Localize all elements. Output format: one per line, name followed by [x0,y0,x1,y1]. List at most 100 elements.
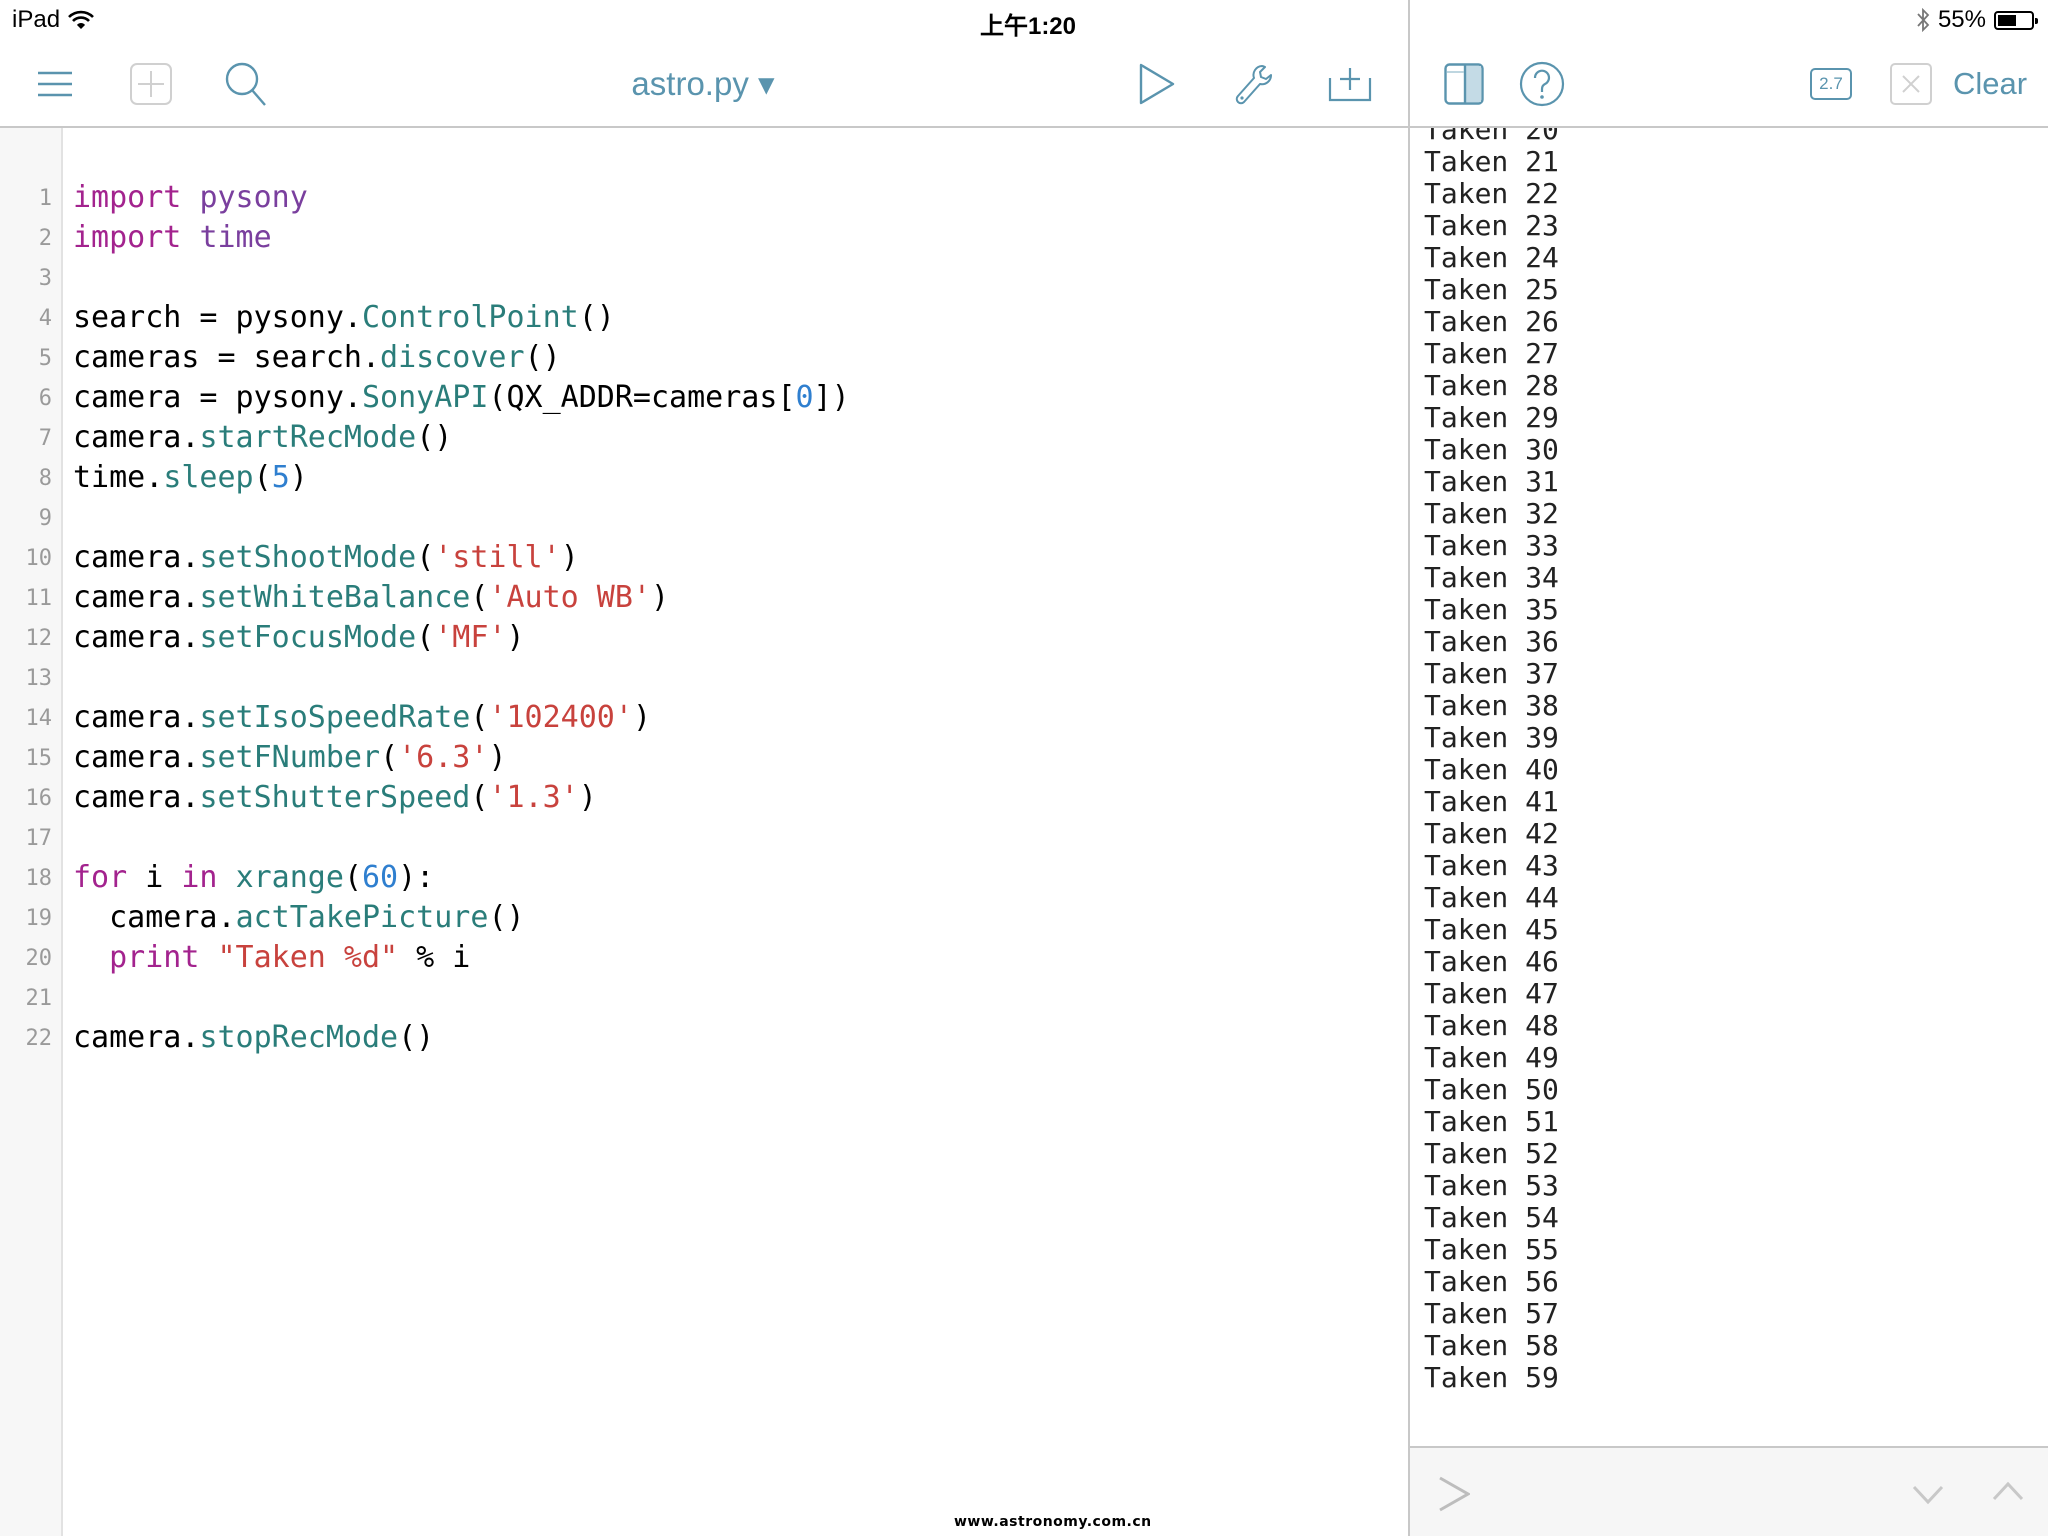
code-text: camera.setShutterSpeed('1.3') [73,780,597,815]
code-token: 'Auto WB' [488,580,651,615]
code-token: SonyAPI [361,380,489,415]
code-line[interactable]: 10 camera.setShootMode('still') [0,538,1406,578]
file-title-dropdown[interactable]: astro.py ▾ [631,64,774,103]
run-button[interactable] [1133,60,1181,108]
code-line[interactable]: 14 camera.setIsoSpeedRate('102400') [0,698,1406,738]
code-text: cameras = search.discover() [73,340,561,375]
chevron-down-icon: ▾ [757,65,775,102]
code-line[interactable]: 20 print "Taken %d" % i [0,938,1406,978]
code-token: actTakePicture [235,900,489,935]
code-line[interactable]: 3 [0,258,1406,298]
code-line[interactable]: 5 cameras = search.discover() [0,338,1406,378]
line-number: 6 [38,386,52,411]
share-button[interactable] [1326,60,1374,108]
code-token: ( [380,740,399,775]
console-line: Taken 22 [1424,177,1559,210]
console-line: Taken 37 [1424,657,1559,690]
code-line[interactable]: 13 [0,658,1406,698]
console-line: Taken 51 [1424,1105,1559,1138]
history-up-icon[interactable] [1992,1480,2024,1502]
code-line[interactable]: 9 [0,498,1406,538]
line-number: 3 [38,266,52,291]
code-token: ) [632,700,651,735]
line-number: 13 [25,666,53,691]
code-line[interactable]: 4 search = pysony.ControlPoint() [0,298,1406,338]
code-line[interactable]: 18 for i in xrange(60): [0,858,1406,898]
new-file-button[interactable] [127,60,175,108]
code-token: '102400' [488,700,633,735]
code-line[interactable]: 19 camera.actTakePicture() [0,898,1406,938]
code-token: '6.3' [398,740,489,775]
line-number: 21 [25,986,53,1011]
console-line: Taken 36 [1424,625,1559,658]
code-editor[interactable]: 1 import pysony 2 import time 3 4 search = pys… [0,178,1406,1058]
console-line: Taken 45 [1424,913,1559,946]
code-line[interactable]: 8 time.sleep(5) [0,458,1406,498]
console-input-bar [1410,1446,2048,1536]
code-line[interactable]: 12 camera.setFocusMode('MF') [0,618,1406,658]
clear-x-button[interactable] [1887,60,1935,108]
console-line: Taken 23 [1424,209,1559,242]
search-icon [225,62,266,106]
console-line: Taken 57 [1424,1297,1559,1330]
code-line[interactable]: 2 import time [0,218,1406,258]
line-number: 20 [25,946,53,971]
line-number: 14 [25,706,53,731]
code-text: camera.setFNumber('6.3') [73,740,507,775]
code-line[interactable]: 21 [0,978,1406,1018]
code-line[interactable]: 7 camera.startRecMode() [0,418,1406,458]
file-title: astro.py [631,65,749,102]
console-line: Taken 46 [1424,945,1559,978]
code-line[interactable]: 11 camera.setWhiteBalance('Auto WB') [0,578,1406,618]
clear-button[interactable]: Clear [1953,66,2027,102]
console-line: Taken 41 [1424,785,1559,818]
history-down-icon[interactable] [1912,1484,1944,1506]
code-token: pysony [199,180,308,215]
run-icon [1139,63,1175,105]
console-input[interactable] [1480,1458,1880,1528]
help-button[interactable] [1518,60,1566,108]
code-token: camera. [73,580,200,615]
code-line[interactable]: 6 camera = pysony.SonyAPI(QX_ADDR=cameras… [0,378,1406,418]
console-line: Taken 24 [1424,241,1559,274]
code-token: i [127,860,182,895]
console-line: Taken 25 [1424,273,1559,306]
code-token: time. [73,460,164,495]
code-line[interactable]: 16 camera.setShutterSpeed('1.3') [0,778,1406,818]
panel-toggle-icon [1444,63,1484,105]
code-token: ( [470,700,489,735]
menu-button[interactable] [31,60,79,108]
code-token: '1.3' [488,780,579,815]
status-bar: iPad 上午1:20 55% [0,0,2048,40]
code-token: ( [470,580,489,615]
battery-percent: 55% [1937,6,1986,33]
console-line: Taken 21 [1424,145,1559,178]
search-button[interactable] [222,60,270,108]
code-token: ]) [813,380,850,415]
console-output[interactable]: Taken 20 Taken 21 Taken 22 Taken 23 Taken 24… [1410,128,2048,1446]
code-token: ( [343,860,362,895]
console-line: Taken 42 [1424,817,1559,850]
console-line: Taken 33 [1424,529,1559,562]
console-line: Taken 38 [1424,689,1559,722]
code-token: setWhiteBalance [199,580,471,615]
code-text: camera.setIsoSpeedRate('102400') [73,700,651,735]
settings-button[interactable] [1230,60,1278,108]
code-token: % i [398,940,471,975]
code-line[interactable]: 15 camera.setFNumber('6.3') [0,738,1406,778]
code-text: camera.setWhiteBalance('Auto WB') [73,580,669,615]
console-line: Taken 49 [1424,1041,1559,1074]
code-line[interactable]: 22 camera.stopRecMode() [0,1018,1406,1058]
code-token: camera. [73,1020,200,1055]
code-text: camera = pysony.SonyAPI(QX_ADDR=cameras[… [73,380,850,415]
code-line[interactable]: 17 [0,818,1406,858]
python-version-button[interactable]: 2.7 [1807,60,1855,108]
code-token: for [73,860,128,895]
code-text: camera.setShootMode('still') [73,540,579,575]
code-token: 60 [362,860,399,895]
console-line: Taken 53 [1424,1169,1559,1202]
code-line[interactable]: 1 import pysony [0,178,1406,218]
panel-toggle-button[interactable] [1440,60,1488,108]
